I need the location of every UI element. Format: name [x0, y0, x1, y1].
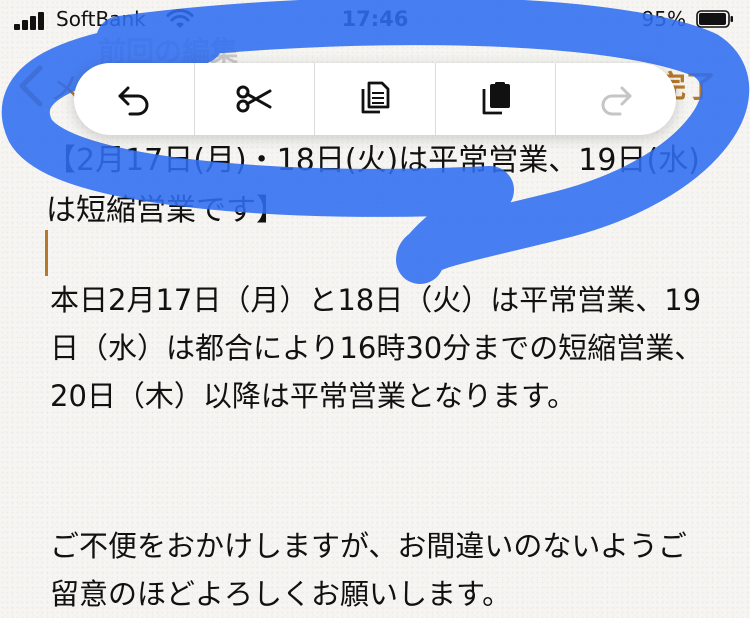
paste-icon — [482, 82, 510, 115]
battery-icon — [696, 10, 733, 28]
undo-icon — [118, 86, 149, 116]
back-chevron-icon[interactable] — [16, 64, 46, 108]
status-time: 17:46 — [341, 7, 409, 31]
copy-icon — [361, 81, 390, 114]
edit-menu — [74, 63, 676, 135]
paste-button[interactable] — [436, 63, 557, 135]
text-cursor — [45, 230, 48, 276]
redo-icon — [601, 86, 632, 116]
note-title[interactable]: 【2月17日(月)・18日(火)は平常営業、19日(水)は短縮営業です】 — [46, 136, 706, 236]
note-paragraph[interactable]: 本日2月17日（月）と18日（火）は平常営業、19日（水）は都合により16時30… — [50, 276, 710, 420]
undo-button[interactable] — [74, 63, 195, 135]
cut-icon — [236, 85, 272, 113]
redo-button[interactable] — [556, 63, 676, 135]
cut-button[interactable] — [195, 63, 316, 135]
copy-button[interactable] — [315, 63, 436, 135]
note-paragraph[interactable]: ご不便をおかけしますが、お間違いのないようご留意のほどよろしくお願いします。 — [50, 522, 710, 618]
battery-percent: 95% — [641, 7, 686, 31]
